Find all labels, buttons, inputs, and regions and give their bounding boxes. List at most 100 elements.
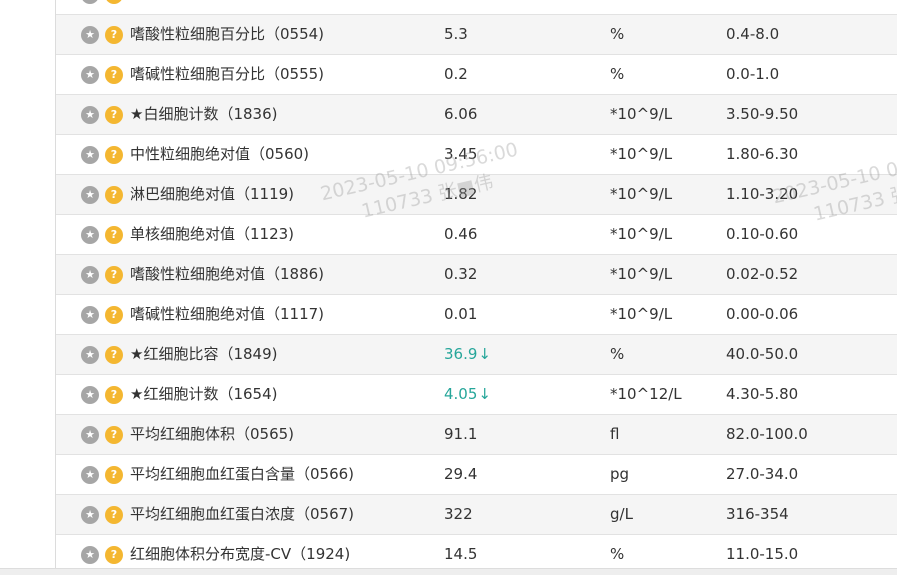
star-icon[interactable]: ★ bbox=[81, 266, 99, 284]
test-name: ★红细胞计数（1654) bbox=[130, 385, 278, 403]
test-value: 6.06 bbox=[444, 95, 477, 134]
test-name: 单核细胞绝对值（1123) bbox=[130, 225, 295, 243]
table-row[interactable]: ★? 嗜酸性粒细胞绝对值（1886) 0.32 *10^9/L 0.02-0.52 bbox=[56, 255, 897, 295]
row-icons: ★? bbox=[81, 135, 129, 174]
test-value: 0.46 bbox=[444, 215, 477, 254]
star-icon[interactable]: ★ bbox=[81, 426, 99, 444]
question-icon[interactable]: ? bbox=[105, 266, 123, 284]
test-value-text: 29.4 bbox=[444, 465, 478, 483]
table-row[interactable]: ★? 平均红细胞血红蛋白浓度（0567) 322 g/L 316-354 bbox=[56, 495, 897, 535]
table-row[interactable]: ★? 单核细胞绝对值（1123) 0.46 *10^9/L 0.10-0.60 bbox=[56, 215, 897, 255]
question-icon[interactable]: ? bbox=[105, 306, 123, 324]
star-icon[interactable]: ★ bbox=[81, 466, 99, 484]
question-icon[interactable]: ? bbox=[105, 0, 123, 4]
bottom-status-bar bbox=[0, 568, 897, 575]
row-icons: ★? bbox=[81, 495, 129, 534]
reference-range: 0.0-1.0 bbox=[726, 65, 780, 83]
star-icon[interactable]: ★ bbox=[81, 546, 99, 564]
reference-range: 0.10-0.60 bbox=[726, 225, 799, 243]
question-icon[interactable]: ? bbox=[105, 466, 123, 484]
test-name: 嗜碱性粒细胞绝对值（1117) bbox=[130, 305, 325, 323]
table-row[interactable]: ★? ★白细胞计数（1836) 6.06 *10^9/L 3.50-9.50 bbox=[56, 95, 897, 135]
test-unit: *10^9/L bbox=[610, 225, 673, 243]
test-unit: *10^9/L bbox=[610, 305, 673, 323]
test-unit: *10^9/L bbox=[610, 185, 673, 203]
test-value: 36.9↓ bbox=[444, 335, 491, 374]
test-value-text: 0.2 bbox=[444, 65, 468, 83]
row-icons: ★? bbox=[81, 335, 129, 374]
reference-range: 4.30-5.80 bbox=[726, 385, 799, 403]
reference-range: 82.0-100.0 bbox=[726, 425, 808, 443]
star-icon[interactable]: ★ bbox=[81, 66, 99, 84]
table-row[interactable]: ★? ★红细胞比容（1849) 36.9↓% 40.0-50.0 bbox=[56, 335, 897, 375]
star-icon[interactable]: ★ bbox=[81, 186, 99, 204]
row-icons: ★? bbox=[81, 255, 129, 294]
star-icon[interactable]: ★ bbox=[81, 306, 99, 324]
test-value-text: 36.9 bbox=[444, 345, 478, 363]
question-icon[interactable]: ? bbox=[105, 66, 123, 84]
test-name: ★白细胞计数（1836) bbox=[130, 105, 278, 123]
question-icon[interactable]: ? bbox=[105, 386, 123, 404]
star-icon[interactable]: ★ bbox=[81, 0, 99, 4]
question-icon[interactable]: ? bbox=[105, 146, 123, 164]
test-value-text: 0.01 bbox=[444, 305, 478, 323]
left-gutter bbox=[0, 0, 56, 575]
table-row[interactable]: ★? 平均红细胞体积（0565) 91.1 fl 82.0-100.0 bbox=[56, 415, 897, 455]
star-icon[interactable]: ★ bbox=[81, 506, 99, 524]
star-icon[interactable]: ★ bbox=[81, 386, 99, 404]
reference-range: 27.0-34.0 bbox=[726, 465, 799, 483]
lab-results-page: ★?★?嗜酸性粒细胞百分比（0554)5.3%0.4-8.0★?嗜碱性粒细胞百分… bbox=[0, 0, 897, 575]
test-value-text: 3.45 bbox=[444, 145, 478, 163]
test-value: 0.2 bbox=[444, 55, 468, 94]
test-unit: % bbox=[610, 65, 625, 83]
star-icon[interactable]: ★ bbox=[81, 106, 99, 124]
test-value-text: 6.06 bbox=[444, 105, 478, 123]
table-row[interactable]: ★? bbox=[56, 0, 897, 15]
test-name: ★红细胞比容（1849) bbox=[130, 345, 278, 363]
test-name: 平均红细胞血红蛋白含量（0566) bbox=[130, 465, 355, 483]
table-row[interactable]: ★? 中性粒细胞绝对值（0560) 3.45 *10^9/L 1.80-6.30 bbox=[56, 135, 897, 175]
reference-range: 40.0-50.0 bbox=[726, 345, 799, 363]
test-value-text: 0.46 bbox=[444, 225, 478, 243]
reference-range: 316-354 bbox=[726, 505, 789, 523]
reference-range: 0.02-0.52 bbox=[726, 265, 799, 283]
question-icon[interactable]: ? bbox=[105, 506, 123, 524]
question-icon[interactable]: ? bbox=[105, 186, 123, 204]
star-icon[interactable]: ★ bbox=[81, 346, 99, 364]
question-icon[interactable]: ? bbox=[105, 346, 123, 364]
question-icon[interactable]: ? bbox=[105, 546, 123, 564]
row-icons: ★? bbox=[81, 0, 129, 14]
question-icon[interactable]: ? bbox=[105, 106, 123, 124]
reference-range: 0.4-8.0 bbox=[726, 25, 780, 43]
row-icons: ★? bbox=[81, 295, 129, 334]
test-unit: % bbox=[610, 25, 625, 43]
test-unit: *10^9/L bbox=[610, 145, 673, 163]
star-icon[interactable]: ★ bbox=[81, 26, 99, 44]
table-row[interactable]: ★? 淋巴细胞绝对值（1119) 1.82 *10^9/L 1.10-3.20 bbox=[56, 175, 897, 215]
low-flag-arrow-icon: ↓ bbox=[478, 345, 491, 363]
table-row[interactable]: ★? 嗜碱性粒细胞百分比（0555) 0.2% 0.0-1.0 bbox=[56, 55, 897, 95]
star-icon[interactable]: ★ bbox=[81, 226, 99, 244]
question-icon[interactable]: ? bbox=[105, 26, 123, 44]
reference-range: 0.00-0.06 bbox=[726, 305, 799, 323]
table-row[interactable]: ★? 嗜酸性粒细胞百分比（0554) 5.3% 0.4-8.0 bbox=[56, 15, 897, 55]
test-unit: *10^12/L bbox=[610, 385, 682, 403]
test-value: 4.05↓ bbox=[444, 375, 491, 414]
row-icons: ★? bbox=[81, 215, 129, 254]
question-icon[interactable]: ? bbox=[105, 426, 123, 444]
test-value: 1.82 bbox=[444, 175, 477, 214]
test-value: 0.01 bbox=[444, 295, 477, 334]
low-flag-arrow-icon: ↓ bbox=[478, 385, 491, 403]
star-icon[interactable]: ★ bbox=[81, 146, 99, 164]
table-row[interactable]: ★? 嗜碱性粒细胞绝对值（1117) 0.01 *10^9/L 0.00-0.06 bbox=[56, 295, 897, 335]
table-row[interactable]: ★? ★红细胞计数（1654) 4.05↓ *10^12/L 4.30-5.80 bbox=[56, 375, 897, 415]
test-value: 322 bbox=[444, 495, 473, 534]
test-unit: pg bbox=[610, 465, 630, 483]
test-value-text: 4.05 bbox=[444, 385, 478, 403]
test-name: 嗜碱性粒细胞百分比（0555) bbox=[130, 65, 325, 83]
test-value-text: 14.5 bbox=[444, 545, 478, 563]
test-name: 平均红细胞血红蛋白浓度（0567) bbox=[130, 505, 355, 523]
question-icon[interactable]: ? bbox=[105, 226, 123, 244]
table-row[interactable]: ★? 平均红细胞血红蛋白含量（0566) 29.4 pg 27.0-34.0 bbox=[56, 455, 897, 495]
reference-range: 1.80-6.30 bbox=[726, 145, 799, 163]
